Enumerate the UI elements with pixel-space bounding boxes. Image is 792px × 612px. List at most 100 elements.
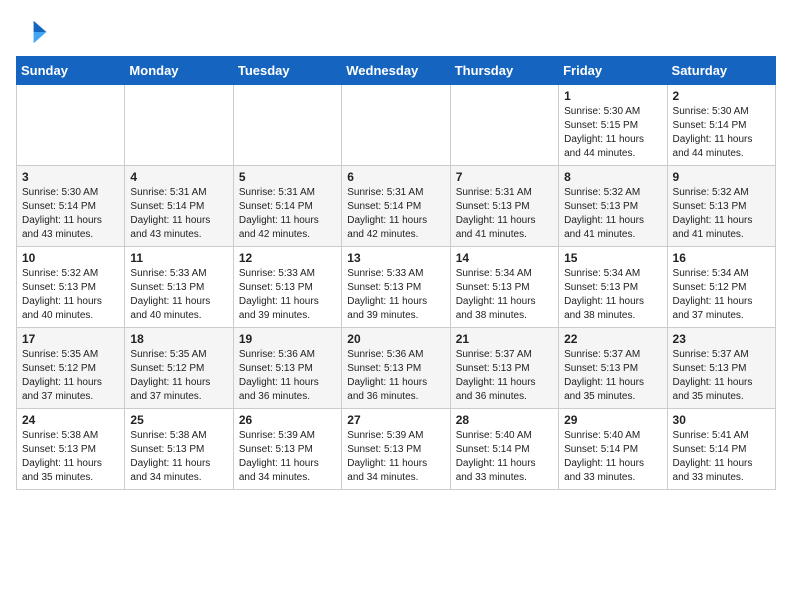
day-number: 15 (564, 251, 661, 265)
day-number: 2 (673, 89, 770, 103)
day-number: 24 (22, 413, 119, 427)
day-info: Sunrise: 5:36 AM Sunset: 5:13 PM Dayligh… (347, 348, 444, 404)
day-info: Sunrise: 5:40 AM Sunset: 5:14 PM Dayligh… (564, 429, 661, 485)
day-info: Sunrise: 5:30 AM Sunset: 5:14 PM Dayligh… (22, 186, 119, 242)
day-number: 19 (239, 332, 336, 346)
calendar-week-row: 24 Sunrise: 5:38 AM Sunset: 5:13 PM Dayli… (17, 409, 776, 490)
day-info: Sunrise: 5:32 AM Sunset: 5:13 PM Dayligh… (22, 267, 119, 323)
day-info: Sunrise: 5:37 AM Sunset: 5:13 PM Dayligh… (456, 348, 553, 404)
day-number: 14 (456, 251, 553, 265)
day-number: 12 (239, 251, 336, 265)
calendar-cell: 17 Sunrise: 5:35 AM Sunset: 5:12 PM Dayli… (17, 328, 125, 409)
calendar-cell: 14 Sunrise: 5:34 AM Sunset: 5:13 PM Dayli… (450, 247, 558, 328)
page-header (16, 16, 776, 48)
col-header-monday: Monday (125, 57, 233, 85)
day-number: 18 (130, 332, 227, 346)
logo-icon (16, 16, 48, 48)
calendar-cell: 7 Sunrise: 5:31 AM Sunset: 5:13 PM Daylig… (450, 166, 558, 247)
calendar-cell (342, 85, 450, 166)
calendar-cell: 5Sunrise: 5:31 AM Sunset: 5:14 PM Daylig… (233, 166, 341, 247)
calendar-cell: 1 Sunrise: 5:30 AM Sunset: 5:15 PM Daylig… (559, 85, 667, 166)
day-number: 6 (347, 170, 444, 184)
calendar-cell: 3 Sunrise: 5:30 AM Sunset: 5:14 PM Daylig… (17, 166, 125, 247)
day-info: Sunrise: 5:31 AM Sunset: 5:14 PM Dayligh… (239, 186, 336, 242)
calendar-cell: 8 Sunrise: 5:32 AM Sunset: 5:13 PM Daylig… (559, 166, 667, 247)
day-info: Sunrise: 5:35 AM Sunset: 5:12 PM Dayligh… (22, 348, 119, 404)
day-info: Sunrise: 5:34 AM Sunset: 5:12 PM Dayligh… (673, 267, 770, 323)
calendar-cell: 27 Sunrise: 5:39 AM Sunset: 5:13 PM Dayli… (342, 409, 450, 490)
calendar-cell: 9 Sunrise: 5:32 AM Sunset: 5:13 PM Daylig… (667, 166, 775, 247)
day-number: 10 (22, 251, 119, 265)
calendar-week-row: 1 Sunrise: 5:30 AM Sunset: 5:15 PM Daylig… (17, 85, 776, 166)
col-header-tuesday: Tuesday (233, 57, 341, 85)
day-number: 30 (673, 413, 770, 427)
calendar-cell: 15 Sunrise: 5:34 AM Sunset: 5:13 PM Dayli… (559, 247, 667, 328)
day-number: 26 (239, 413, 336, 427)
day-info: Sunrise: 5:39 AM Sunset: 5:13 PM Dayligh… (239, 429, 336, 485)
day-number: 9 (673, 170, 770, 184)
calendar-cell: 18 Sunrise: 5:35 AM Sunset: 5:12 PM Dayli… (125, 328, 233, 409)
day-info: Sunrise: 5:36 AM Sunset: 5:13 PM Dayligh… (239, 348, 336, 404)
col-header-saturday: Saturday (667, 57, 775, 85)
col-header-thursday: Thursday (450, 57, 558, 85)
col-header-wednesday: Wednesday (342, 57, 450, 85)
calendar-cell: 25 Sunrise: 5:38 AM Sunset: 5:13 PM Dayli… (125, 409, 233, 490)
day-number: 20 (347, 332, 444, 346)
day-info: Sunrise: 5:32 AM Sunset: 5:13 PM Dayligh… (673, 186, 770, 242)
day-number: 13 (347, 251, 444, 265)
day-number: 17 (22, 332, 119, 346)
calendar-week-row: 10 Sunrise: 5:32 AM Sunset: 5:13 PM Dayli… (17, 247, 776, 328)
day-info: Sunrise: 5:31 AM Sunset: 5:13 PM Dayligh… (456, 186, 553, 242)
day-info: Sunrise: 5:31 AM Sunset: 5:14 PM Dayligh… (347, 186, 444, 242)
day-number: 23 (673, 332, 770, 346)
calendar-week-row: 17 Sunrise: 5:35 AM Sunset: 5:12 PM Dayli… (17, 328, 776, 409)
col-header-sunday: Sunday (17, 57, 125, 85)
calendar-cell: 4 Sunrise: 5:31 AM Sunset: 5:14 PM Daylig… (125, 166, 233, 247)
calendar-header-row: SundayMondayTuesdayWednesdayThursdayFrid… (17, 57, 776, 85)
day-info: Sunrise: 5:32 AM Sunset: 5:13 PM Dayligh… (564, 186, 661, 242)
day-info: Sunrise: 5:30 AM Sunset: 5:14 PM Dayligh… (673, 105, 770, 161)
day-info: Sunrise: 5:33 AM Sunset: 5:13 PM Dayligh… (239, 267, 336, 323)
calendar-cell: 29Sunrise: 5:40 AM Sunset: 5:14 PM Dayli… (559, 409, 667, 490)
calendar-cell: 2 Sunrise: 5:30 AM Sunset: 5:14 PM Daylig… (667, 85, 775, 166)
day-number: 4 (130, 170, 227, 184)
day-info: Sunrise: 5:40 AM Sunset: 5:14 PM Dayligh… (456, 429, 553, 485)
day-number: 22 (564, 332, 661, 346)
day-info: Sunrise: 5:34 AM Sunset: 5:13 PM Dayligh… (564, 267, 661, 323)
day-number: 8 (564, 170, 661, 184)
calendar-cell: 23 Sunrise: 5:37 AM Sunset: 5:13 PM Dayli… (667, 328, 775, 409)
day-number: 21 (456, 332, 553, 346)
day-info: Sunrise: 5:39 AM Sunset: 5:13 PM Dayligh… (347, 429, 444, 485)
calendar-cell: 11Sunrise: 5:33 AM Sunset: 5:13 PM Dayli… (125, 247, 233, 328)
day-info: Sunrise: 5:30 AM Sunset: 5:15 PM Dayligh… (564, 105, 661, 161)
day-number: 7 (456, 170, 553, 184)
day-number: 27 (347, 413, 444, 427)
day-info: Sunrise: 5:38 AM Sunset: 5:13 PM Dayligh… (22, 429, 119, 485)
day-number: 1 (564, 89, 661, 103)
calendar-cell (233, 85, 341, 166)
calendar-cell: 12 Sunrise: 5:33 AM Sunset: 5:13 PM Dayli… (233, 247, 341, 328)
day-info: Sunrise: 5:37 AM Sunset: 5:13 PM Dayligh… (673, 348, 770, 404)
day-number: 28 (456, 413, 553, 427)
logo (16, 16, 52, 48)
day-info: Sunrise: 5:34 AM Sunset: 5:13 PM Dayligh… (456, 267, 553, 323)
day-info: Sunrise: 5:33 AM Sunset: 5:13 PM Dayligh… (347, 267, 444, 323)
calendar-cell: 30 Sunrise: 5:41 AM Sunset: 5:14 PM Dayli… (667, 409, 775, 490)
calendar-cell: 24 Sunrise: 5:38 AM Sunset: 5:13 PM Dayli… (17, 409, 125, 490)
calendar-cell: 16 Sunrise: 5:34 AM Sunset: 5:12 PM Dayli… (667, 247, 775, 328)
day-info: Sunrise: 5:41 AM Sunset: 5:14 PM Dayligh… (673, 429, 770, 485)
day-info: Sunrise: 5:31 AM Sunset: 5:14 PM Dayligh… (130, 186, 227, 242)
day-number: 11 (130, 251, 227, 265)
calendar-cell: 19 Sunrise: 5:36 AM Sunset: 5:13 PM Dayli… (233, 328, 341, 409)
day-number: 25 (130, 413, 227, 427)
calendar-cell: 22Sunrise: 5:37 AM Sunset: 5:13 PM Dayli… (559, 328, 667, 409)
col-header-friday: Friday (559, 57, 667, 85)
day-number: 3 (22, 170, 119, 184)
day-number: 16 (673, 251, 770, 265)
calendar-cell: 10 Sunrise: 5:32 AM Sunset: 5:13 PM Dayli… (17, 247, 125, 328)
calendar-cell (450, 85, 558, 166)
calendar-week-row: 3 Sunrise: 5:30 AM Sunset: 5:14 PM Daylig… (17, 166, 776, 247)
calendar-table: SundayMondayTuesdayWednesdayThursdayFrid… (16, 56, 776, 490)
day-info: Sunrise: 5:38 AM Sunset: 5:13 PM Dayligh… (130, 429, 227, 485)
day-info: Sunrise: 5:35 AM Sunset: 5:12 PM Dayligh… (130, 348, 227, 404)
